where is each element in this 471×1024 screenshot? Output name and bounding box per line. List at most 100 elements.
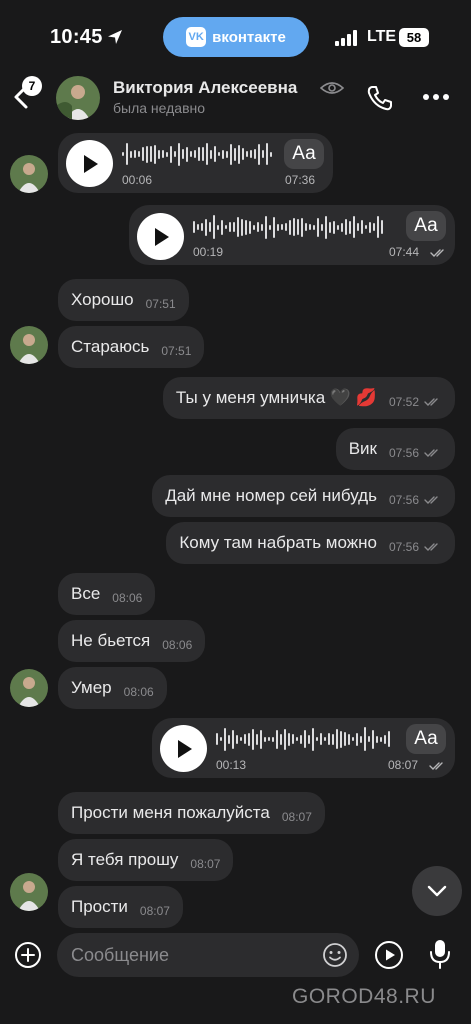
- message-outgoing[interactable]: Вик 07:56: [335, 428, 455, 470]
- transcribe-button[interactable]: Аа: [406, 724, 446, 754]
- message-outgoing[interactable]: Кому там набрать можно 07:56: [166, 522, 455, 564]
- waveform-bar: [361, 220, 363, 234]
- message-incoming[interactable]: Прости меня пожалуйста 08:07: [58, 792, 325, 834]
- waveform-bar: [324, 737, 326, 741]
- waveform-bar: [268, 737, 270, 741]
- waveform-bar: [226, 150, 228, 158]
- message-time: 08:06: [123, 685, 154, 699]
- sender-avatar[interactable]: [10, 873, 48, 911]
- waveform-bar: [258, 143, 260, 165]
- waveform-bar: [384, 734, 386, 744]
- waveform-bar: [357, 223, 359, 231]
- play-button[interactable]: [66, 140, 113, 187]
- waveform-bar: [332, 733, 334, 745]
- waveform-bar: [222, 149, 224, 159]
- sender-avatar[interactable]: [10, 326, 48, 364]
- voice-message[interactable]: 00:19 Аа 07:44: [129, 205, 455, 265]
- waveform-bar: [272, 736, 274, 742]
- waveform-bar: [341, 222, 343, 232]
- waveform-bar: [249, 220, 251, 234]
- message-text: Прости меня пожалуйста: [71, 803, 270, 822]
- waveform-bar: [264, 736, 266, 742]
- plus-circle-icon[interactable]: [14, 941, 42, 969]
- status-time: 10:45: [50, 26, 103, 48]
- contact-name[interactable]: Виктория Алексеевна: [113, 78, 297, 98]
- waveform-bar: [301, 217, 303, 237]
- waveform-bar: [364, 727, 366, 751]
- waveform-bar: [281, 224, 283, 230]
- waveform-bar: [197, 224, 199, 230]
- sender-avatar[interactable]: [10, 155, 48, 193]
- play-circle-icon[interactable]: [374, 940, 404, 970]
- sender-avatar[interactable]: [10, 669, 48, 707]
- waveform-bar: [328, 733, 330, 745]
- message-incoming[interactable]: Не бьется 08:06: [58, 620, 206, 662]
- message-incoming[interactable]: Умер 08:06: [58, 667, 167, 709]
- waveform-bar: [122, 152, 124, 156]
- transcribe-button[interactable]: Аа: [406, 211, 446, 241]
- waveform-bar: [236, 734, 238, 744]
- double-check-icon: [424, 398, 438, 406]
- play-button[interactable]: [160, 725, 207, 772]
- waveform-bar: [256, 733, 258, 745]
- waveform-bar: [250, 150, 252, 158]
- waveform-bar: [162, 150, 164, 158]
- waveform-bar: [138, 151, 140, 157]
- message-time: 07:51: [145, 297, 176, 311]
- waveform-bar: [240, 737, 242, 741]
- message-time: 08:07: [281, 810, 312, 824]
- voice-message[interactable]: 00:06 Аа 07:36: [58, 133, 333, 193]
- chevron-down-icon: [427, 885, 447, 897]
- waveform-bar: [277, 223, 279, 231]
- signal-icon: [335, 30, 357, 46]
- waveform-bar: [252, 728, 254, 750]
- message-input[interactable]: [57, 933, 359, 977]
- battery-indicator: 58: [399, 28, 429, 47]
- waveform-bar: [244, 734, 246, 744]
- waveform-bar: [170, 145, 172, 163]
- waveform-bar: [349, 220, 351, 234]
- waveform-bar: [365, 225, 367, 229]
- waveform-bar: [289, 219, 291, 235]
- message-incoming[interactable]: Я тебя прошу 08:07: [58, 839, 234, 881]
- double-check-icon: [430, 249, 444, 257]
- waveform-bar: [320, 733, 322, 745]
- more-dots-icon[interactable]: [422, 86, 450, 108]
- phone-icon[interactable]: [366, 84, 394, 112]
- voice-waveform[interactable]: [122, 141, 272, 167]
- message-incoming[interactable]: Стараюсь 07:51: [58, 326, 205, 368]
- vk-return-pill[interactable]: VK вконтакте: [163, 17, 309, 57]
- waveform-bar: [280, 733, 282, 745]
- smile-icon[interactable]: [322, 942, 348, 968]
- waveform-bar: [201, 223, 203, 231]
- waveform-bar: [216, 733, 218, 745]
- contact-avatar[interactable]: [56, 76, 100, 120]
- voice-waveform[interactable]: [193, 214, 383, 240]
- waveform-bar: [130, 150, 132, 158]
- waveform-bar: [304, 730, 306, 748]
- waveform-bar: [218, 152, 220, 156]
- waveform-bar: [209, 222, 211, 232]
- waveform-bar: [237, 217, 239, 237]
- waveform-bar: [230, 143, 232, 165]
- waveform-bar: [142, 147, 144, 161]
- microphone-icon[interactable]: [428, 938, 452, 970]
- voice-waveform[interactable]: [216, 726, 390, 752]
- message-outgoing[interactable]: Дай мне номер сей нибудь 07:56: [152, 475, 455, 517]
- waveform-bar: [348, 733, 350, 745]
- waveform-bar: [242, 148, 244, 160]
- voice-message[interactable]: 00:13 Аа 08:07: [152, 718, 455, 778]
- play-button[interactable]: [137, 213, 184, 260]
- transcribe-button[interactable]: Аа: [284, 139, 324, 169]
- message-outgoing[interactable]: Ты у меня умничка 🖤 💋 07:52: [162, 377, 455, 419]
- voice-duration: 00:19: [193, 245, 224, 259]
- waveform-bar: [369, 221, 371, 233]
- waveform-bar: [313, 224, 315, 230]
- waveform-bar: [253, 224, 255, 230]
- waveform-bar: [174, 151, 176, 157]
- message-incoming[interactable]: Хорошо 07:51: [58, 279, 189, 321]
- scroll-to-bottom-button[interactable]: [412, 866, 462, 916]
- message-incoming[interactable]: Прости 08:07: [58, 886, 183, 928]
- message-text: Дай мне номер сей нибудь: [165, 486, 377, 505]
- message-incoming[interactable]: Все 08:06: [58, 573, 156, 615]
